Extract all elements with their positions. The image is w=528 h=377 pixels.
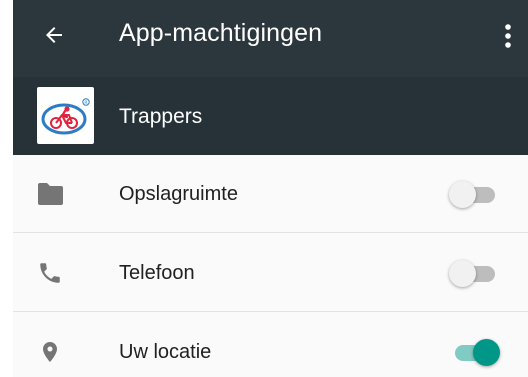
storage-toggle[interactable] <box>447 179 497 209</box>
permission-label-location: Uw locatie <box>119 341 212 363</box>
permission-row-location[interactable]: Uw locatie <box>13 313 528 377</box>
permission-label-phone: Telefoon <box>119 262 195 284</box>
svg-text:R: R <box>84 99 87 105</box>
toggle-thumb <box>449 260 476 287</box>
arrow-left-icon <box>46 27 62 43</box>
overflow-menu-button[interactable] <box>498 19 518 53</box>
toggle-thumb <box>449 181 476 208</box>
app-logo: R <box>37 87 94 144</box>
toolbar: App-machtigingen <box>13 0 528 77</box>
window: App-machtigingen R Trappers Opslagruimte… <box>0 0 528 377</box>
location-pin-icon <box>35 337 65 367</box>
trappers-logo-icon: R <box>41 97 90 134</box>
phone-icon <box>35 258 65 288</box>
permission-row-storage[interactable]: Opslagruimte <box>13 155 528 233</box>
back-button[interactable] <box>37 18 71 52</box>
app-header: R Trappers <box>13 77 528 155</box>
page-title: App-machtigingen <box>119 19 323 47</box>
toggle-thumb <box>473 339 500 366</box>
permission-label-storage: Opslagruimte <box>119 183 238 205</box>
permission-row-phone[interactable]: Telefoon <box>13 234 528 312</box>
folder-icon <box>35 179 65 209</box>
more-vert-icon <box>505 24 511 48</box>
app-permissions-screen: App-machtigingen R Trappers Opslagruimte… <box>13 0 528 377</box>
phone-toggle[interactable] <box>447 258 497 288</box>
location-toggle[interactable] <box>447 337 500 367</box>
app-name: Trappers <box>119 105 203 128</box>
